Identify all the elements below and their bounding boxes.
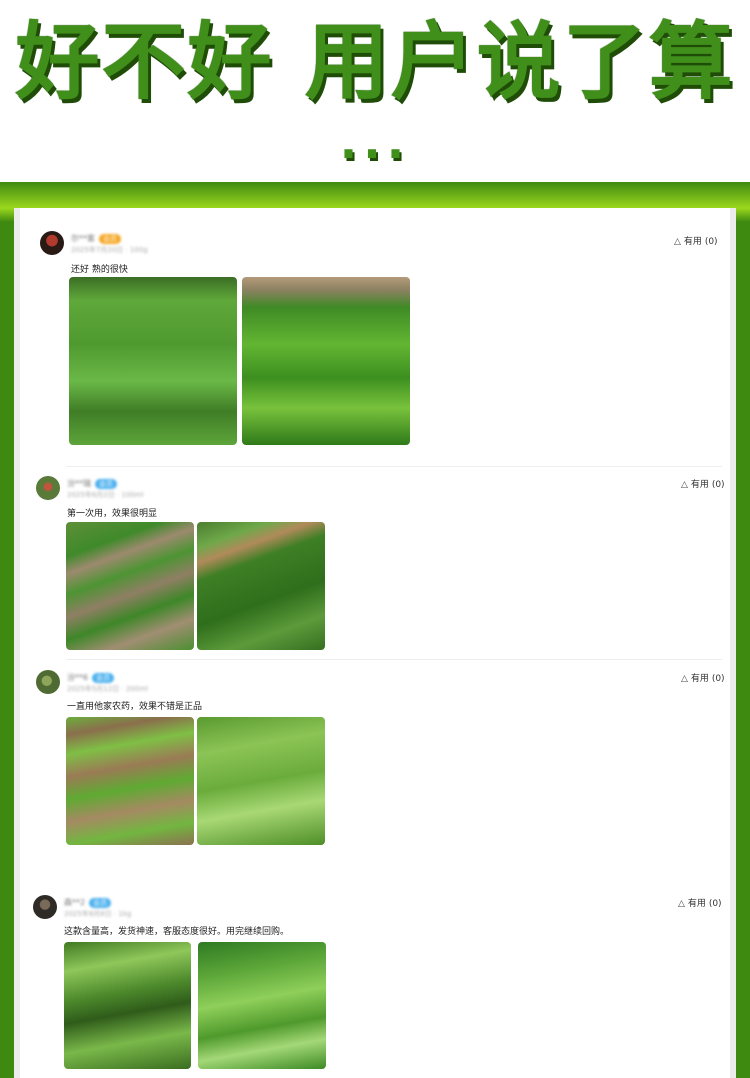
member-badge: 会员 — [92, 673, 115, 683]
member-badge: 会员 — [89, 898, 112, 908]
hero-banner: 好不好 用户说了算 ... — [0, 0, 750, 182]
thumb-up-icon: △ — [681, 480, 688, 490]
review-meta: 2025年6月2日 · 100ml — [67, 491, 144, 499]
useful-button[interactable]: △ 有用 (0) — [681, 671, 725, 684]
user-avatar[interactable] — [40, 231, 64, 255]
review-text: 第一次用，效果很明显 — [67, 509, 158, 519]
useful-count: (0) — [704, 237, 718, 247]
review-text: 一直用他家农药，效果不错是正品 — [67, 702, 203, 712]
review-meta: 2025年7月20日 · 100g — [71, 246, 148, 254]
useful-label: 有用 — [690, 480, 709, 490]
review-photo-young-greens[interactable] — [64, 942, 191, 1069]
useful-count: (0) — [711, 480, 725, 490]
review-item: 汾**6 会员 2025年5月12日 · 200ml △ 有用 (0) 一直用他家农… — [36, 670, 726, 850]
useful-button[interactable]: △ 有用 (0) — [674, 234, 718, 247]
review-photo-seedling-field[interactable] — [69, 277, 237, 445]
useful-label: 有用 — [690, 674, 709, 684]
member-badge: 会员 — [95, 479, 117, 489]
user-avatar[interactable] — [33, 895, 57, 919]
thumb-up-icon: △ — [678, 899, 685, 909]
review-text: 这款含量高，发货神速，客服态度很好。用完继续回购。 — [64, 927, 290, 937]
review-text: 还好 熟的很快 — [71, 265, 128, 275]
useful-button[interactable]: △ 有用 (0) — [681, 477, 725, 490]
user-name: 汾**瑞 — [67, 479, 91, 488]
review-item: 森**2 会员 2025年8月8日 · 1kg △ 有用 (0) 这款含量高，发货神… — [33, 895, 723, 1075]
review-photo-dense-greens[interactable] — [197, 717, 325, 845]
review-divider — [66, 659, 722, 660]
user-name: 森**2 — [64, 898, 86, 907]
review-photo-seedling-rows[interactable] — [66, 522, 194, 650]
review-meta: 2025年8月8日 · 1kg — [64, 910, 132, 918]
review-divider — [66, 466, 722, 467]
review-photo-leafy-greens[interactable] — [242, 277, 410, 445]
user-name: 汾**6 — [67, 673, 89, 682]
review-item: 汾**瑞 会员 2025年6月2日 · 100ml △ 有用 (0) 第一次用，效果… — [36, 476, 726, 656]
useful-label: 有用 — [687, 899, 706, 909]
review-item: 尔**客 会员 2025年7月20日 · 100g △ 有用 (0) 还好 熟的很快 — [40, 231, 730, 451]
review-photo-spinach-rows[interactable] — [197, 522, 325, 650]
review-meta: 2025年5月12日 · 200ml — [67, 685, 148, 693]
thumb-up-icon: △ — [674, 237, 681, 247]
hero-ellipsis: ... — [339, 115, 411, 169]
review-photo-round-leaves[interactable] — [198, 942, 326, 1069]
useful-count: (0) — [711, 674, 725, 684]
user-avatar[interactable] — [36, 670, 60, 694]
member-badge: 会员 — [99, 234, 121, 244]
user-avatar[interactable] — [36, 476, 60, 500]
useful-count: (0) — [708, 899, 722, 909]
useful-label: 有用 — [683, 237, 702, 247]
useful-button[interactable]: △ 有用 (0) — [678, 896, 722, 909]
hero-title: 好不好 用户说了算 — [15, 13, 735, 111]
review-photo-seedling-soil[interactable] — [66, 717, 194, 845]
thumb-up-icon: △ — [681, 674, 688, 684]
user-name: 尔**客 — [71, 234, 95, 243]
